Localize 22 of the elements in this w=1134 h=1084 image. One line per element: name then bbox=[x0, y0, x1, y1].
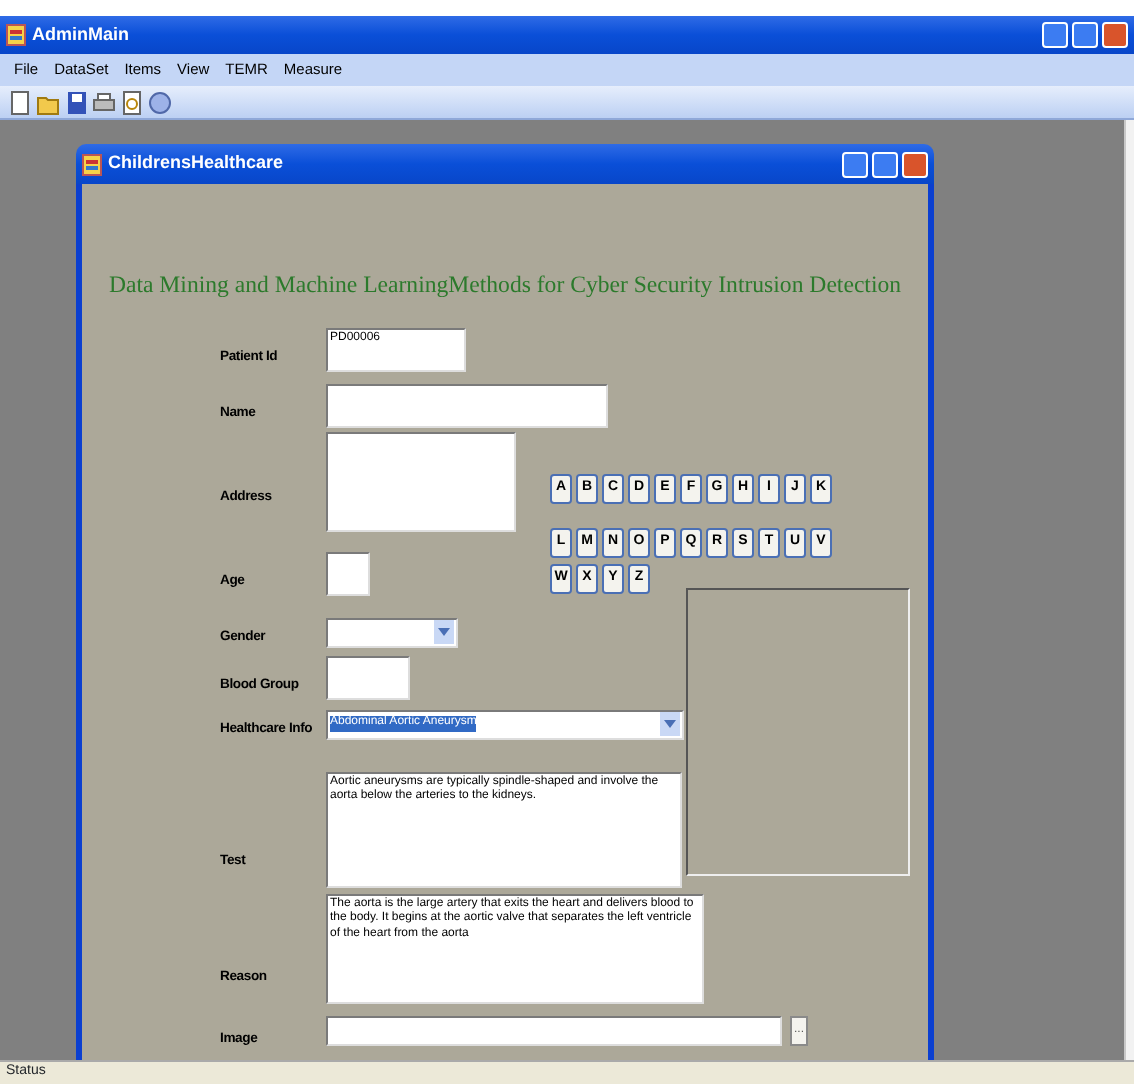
new-file-icon[interactable] bbox=[8, 89, 32, 115]
app-icon bbox=[6, 24, 26, 46]
child-window-title: ChildrensHealthcare bbox=[108, 150, 284, 177]
heading: Data Mining and Machine LearningMethods for Cyber Security Intrusion Detection bbox=[106, 268, 904, 302]
minimize-button[interactable] bbox=[1042, 22, 1068, 48]
text-area[interactable] bbox=[326, 431, 516, 532]
input-field[interactable] bbox=[326, 383, 608, 428]
close-button[interactable] bbox=[1102, 22, 1128, 48]
input-field[interactable] bbox=[326, 655, 410, 700]
save-icon[interactable] bbox=[64, 89, 88, 115]
input-field[interactable] bbox=[326, 551, 370, 596]
print-icon[interactable] bbox=[92, 89, 116, 115]
window-title: AdminMain bbox=[32, 21, 129, 48]
app-icon bbox=[82, 153, 102, 175]
input-field[interactable] bbox=[326, 1015, 782, 1046]
maximize-button[interactable] bbox=[872, 151, 898, 177]
close-button[interactable] bbox=[902, 151, 928, 177]
print-preview-icon[interactable] bbox=[120, 89, 144, 115]
minimize-button[interactable] bbox=[842, 151, 868, 177]
scrollbar[interactable] bbox=[1124, 120, 1134, 1060]
maximize-button[interactable] bbox=[1072, 22, 1098, 48]
dropdown[interactable] bbox=[326, 617, 458, 648]
